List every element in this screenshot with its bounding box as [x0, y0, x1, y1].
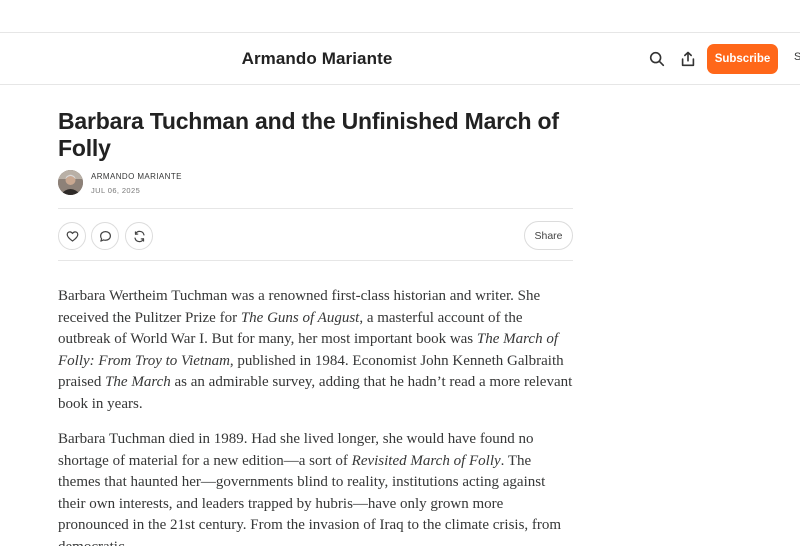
share-button[interactable]: Share [524, 221, 573, 250]
divider-top [58, 208, 573, 209]
italic-title-text: The March [105, 374, 171, 391]
author-avatar[interactable] [58, 170, 83, 195]
like-button[interactable] [58, 222, 86, 250]
body-paragraph-2: Barbara Tuchman died in 1989. Had she li… [58, 429, 574, 546]
divider-bottom [58, 260, 573, 261]
heart-icon [66, 230, 78, 242]
comment-icon [99, 230, 111, 242]
body-paragraph-1: Barbara Wertheim Tuchman was a renowned … [58, 286, 574, 416]
restack-icon [133, 230, 145, 242]
browser-top-strip [0, 0, 800, 33]
restack-button[interactable] [125, 222, 153, 250]
comment-button[interactable] [91, 222, 119, 250]
post-date: JUL 06, 2025 [91, 186, 141, 195]
share-upload-icon[interactable] [678, 49, 698, 69]
subscribe-button[interactable]: Subscribe [707, 44, 778, 74]
publication-header: Armando Mariante Subscribe S [0, 33, 800, 85]
author-name[interactable]: ARMANDO MARIANTE [91, 172, 182, 181]
search-icon[interactable] [647, 49, 667, 69]
post-title: Barbara Tuchman and the Unfinished March… [58, 108, 559, 161]
italic-title-text: Revisited March of Folly [351, 452, 501, 469]
italic-title-text: The Guns of August [240, 309, 360, 326]
publication-title[interactable]: Armando Mariante [0, 33, 634, 85]
sign-in-link-partial[interactable]: S [794, 51, 800, 63]
